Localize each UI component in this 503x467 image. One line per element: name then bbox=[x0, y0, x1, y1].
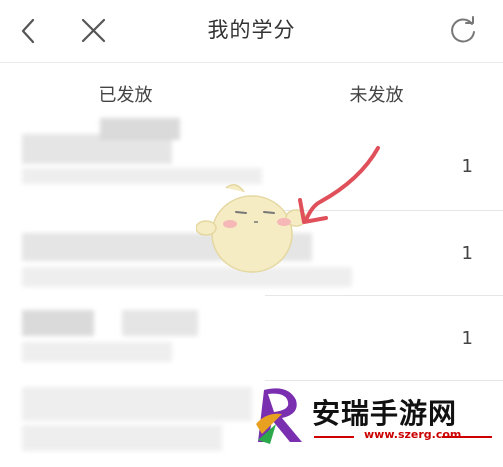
credit-value: 1 bbox=[461, 156, 473, 177]
tab-issued[interactable]: 已发放 bbox=[0, 81, 251, 107]
credit-value: 1 bbox=[461, 243, 473, 264]
redacted-text bbox=[22, 387, 252, 421]
watermark-rule bbox=[442, 436, 492, 438]
redacted-text bbox=[22, 342, 172, 362]
annotation-arrow-icon bbox=[298, 146, 380, 224]
redacted-text bbox=[100, 118, 180, 140]
watermark-logo-icon bbox=[256, 388, 302, 444]
credit-value: 1 bbox=[461, 328, 473, 349]
refresh-button[interactable] bbox=[446, 14, 480, 48]
list-item[interactable]: 1 bbox=[0, 296, 503, 382]
redacted-text bbox=[122, 310, 198, 336]
site-watermark: 安瑞手游网 www.szerg.com bbox=[252, 384, 498, 452]
redacted-text bbox=[22, 425, 222, 451]
watermark-url: www.szerg.com bbox=[364, 428, 462, 441]
tab-not-issued[interactable]: 未发放 bbox=[251, 81, 502, 107]
page-title: 我的学分 bbox=[207, 18, 296, 42]
watermark-text: 安瑞手游网 bbox=[312, 397, 458, 430]
watermark-rule bbox=[314, 436, 354, 438]
top-bar: 我的学分 bbox=[0, 0, 503, 63]
redacted-text bbox=[22, 310, 94, 336]
tab-bar: 已发放 未发放 bbox=[0, 63, 503, 123]
refresh-icon bbox=[451, 16, 475, 43]
